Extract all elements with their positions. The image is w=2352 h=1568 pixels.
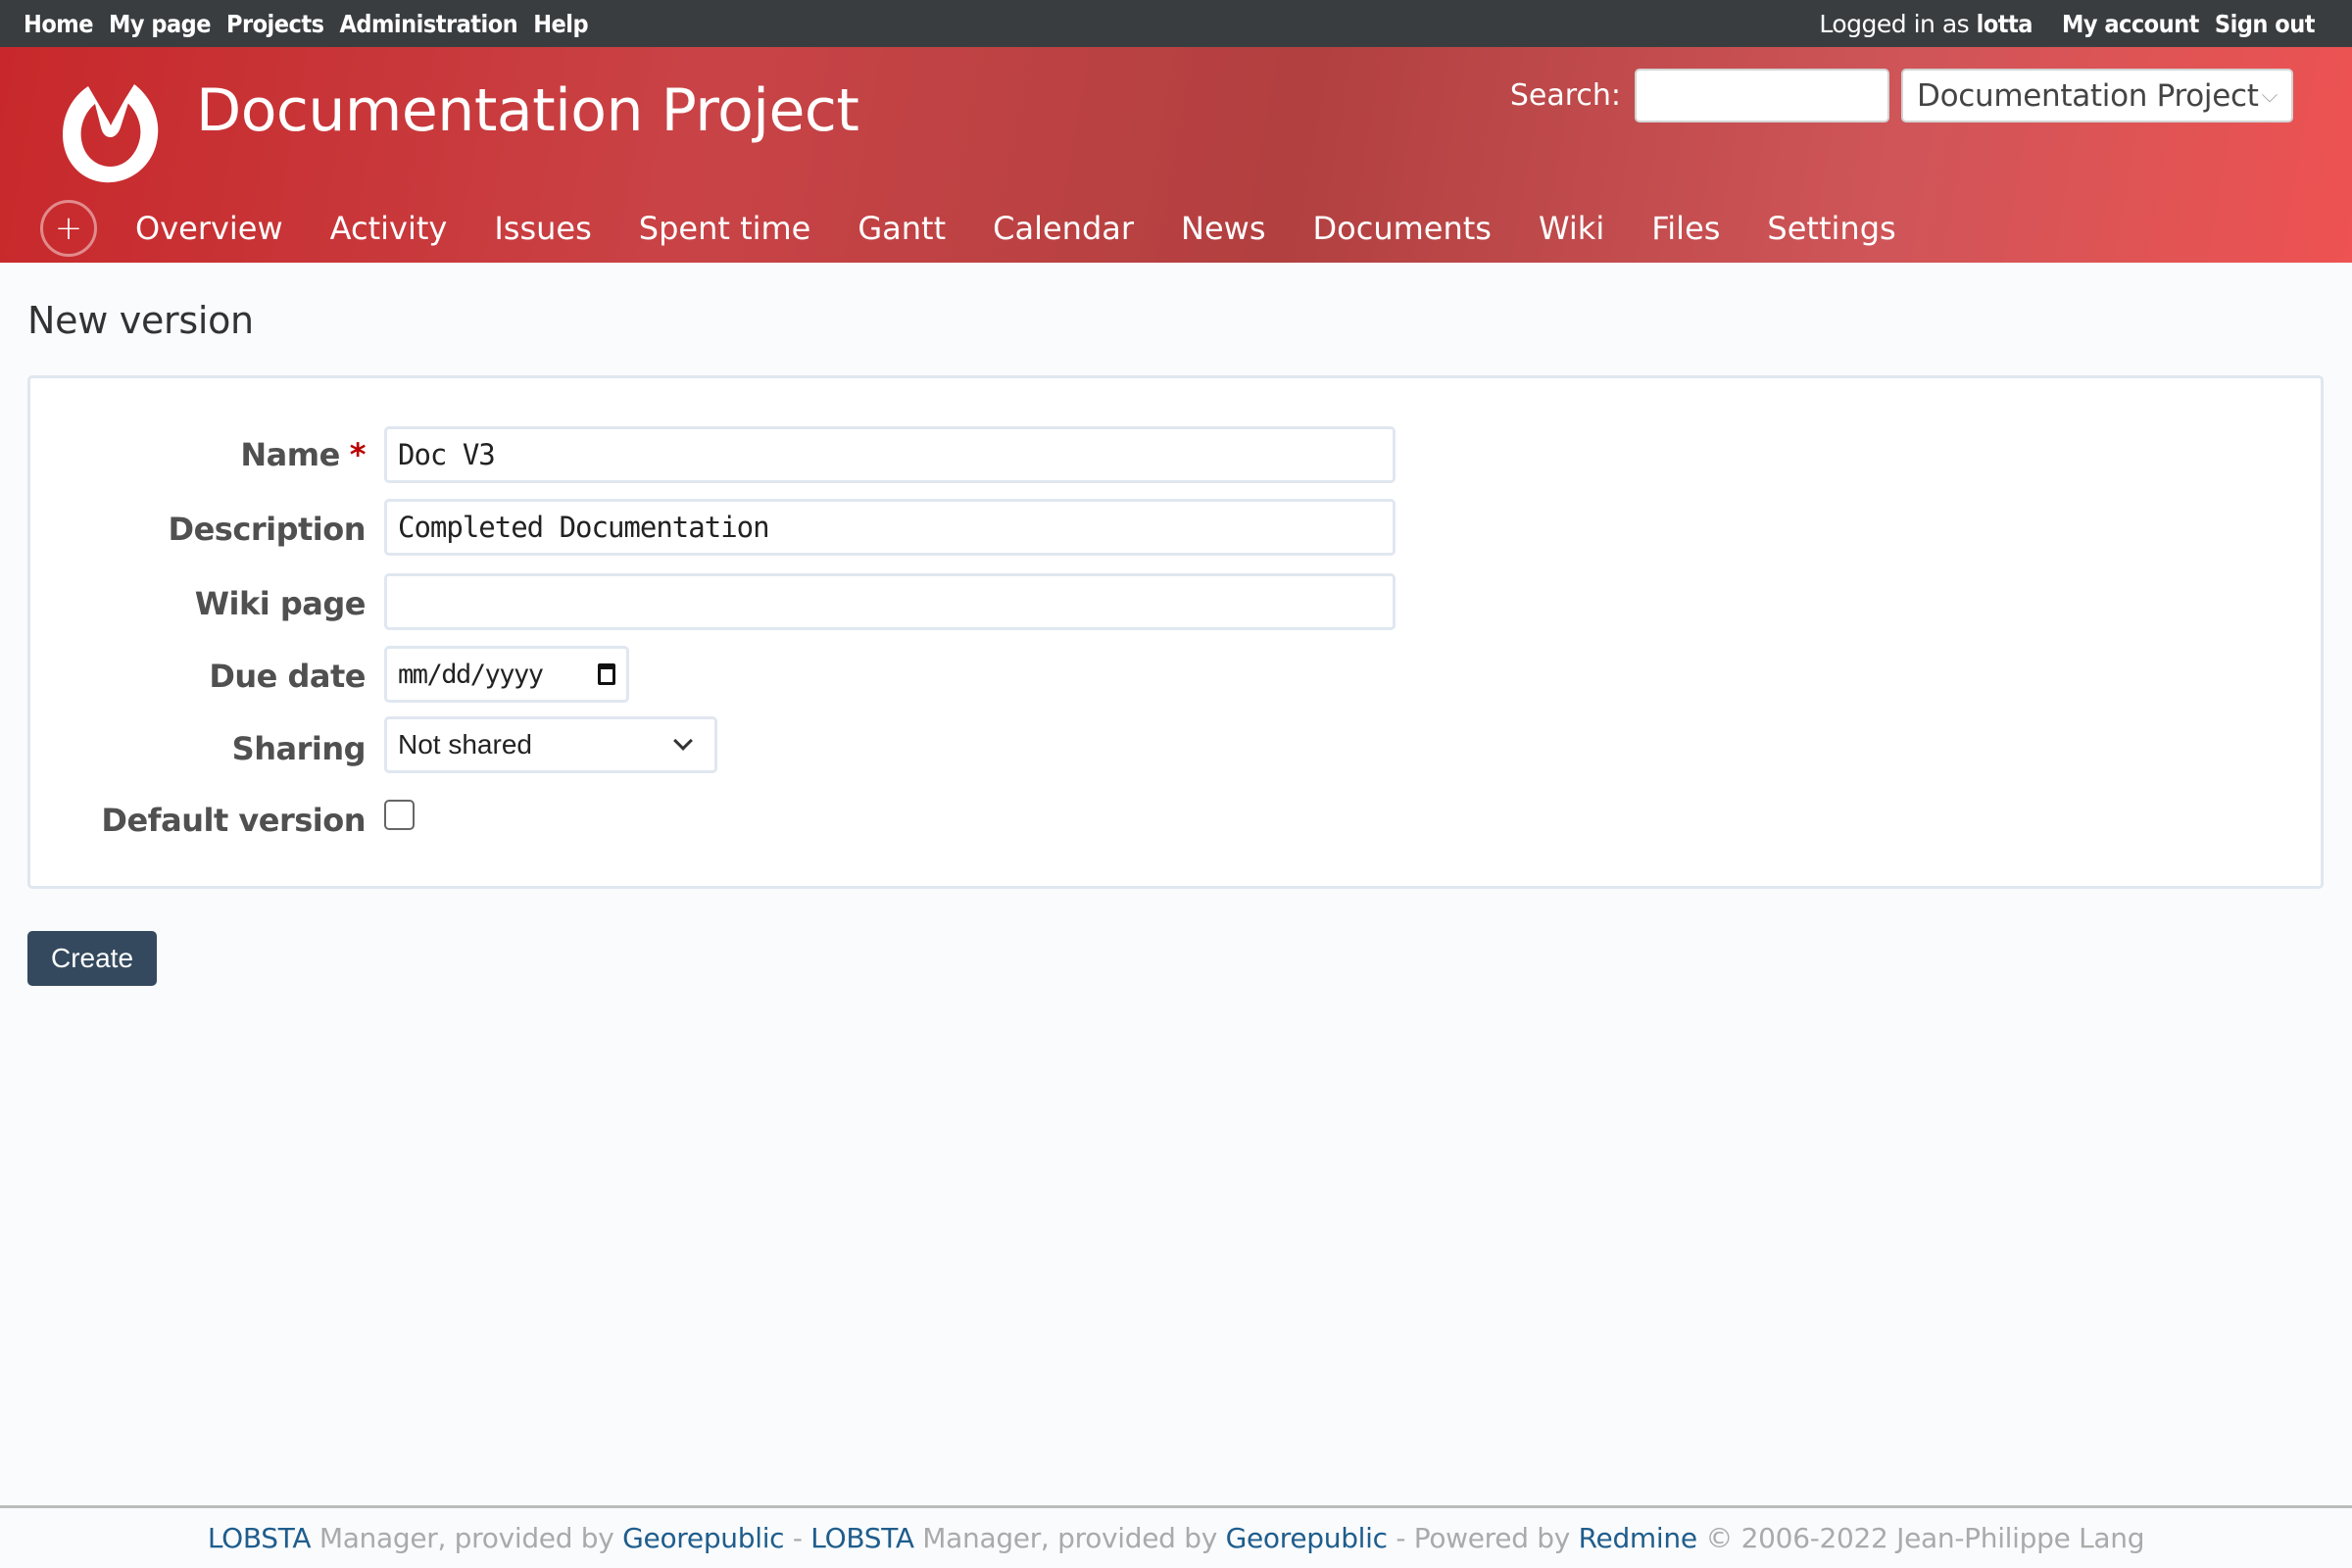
due-date-placeholder: mm/dd/yyyy xyxy=(398,659,544,690)
tab-activity[interactable]: Activity xyxy=(307,210,471,247)
wiki-page-input[interactable] xyxy=(384,573,1396,630)
project-jump-select[interactable]: Documentation Project ⌵ xyxy=(1901,69,2293,122)
due-date-label: Due date xyxy=(209,658,366,695)
wiki-page-label: Wiki page xyxy=(194,585,367,622)
sharing-label: Sharing xyxy=(231,730,367,767)
version-form: Name * Doc V3 Description Completed Docum… xyxy=(27,375,2324,889)
footer-copyright: © 2006-2022 Jean-Philippe Lang xyxy=(1696,1522,2145,1554)
footer-lobsta-link[interactable]: LOBSTA xyxy=(208,1522,312,1554)
page-title: New version xyxy=(27,299,254,342)
tab-issues[interactable]: Issues xyxy=(470,210,614,247)
footer-redmine-link[interactable]: Redmine xyxy=(1579,1522,1697,1554)
description-input[interactable]: Completed Documentation xyxy=(384,499,1396,556)
description-label: Description xyxy=(168,511,367,548)
footer-text: Manager, provided by xyxy=(913,1522,1226,1554)
tab-gantt[interactable]: Gantt xyxy=(834,210,969,247)
tab-overview[interactable]: Overview xyxy=(112,210,307,247)
footer-lobsta-link[interactable]: LOBSTA xyxy=(810,1522,914,1554)
quick-search: Search: Documentation Project ⌵ xyxy=(1510,69,2293,122)
footer-text: - Powered by xyxy=(1387,1522,1579,1554)
default-version-checkbox[interactable] xyxy=(384,800,415,830)
logged-in-as: Logged in as lotta xyxy=(1819,10,2033,38)
footer: LOBSTA Manager, provided by Georepublic … xyxy=(0,1505,2352,1568)
tab-documents[interactable]: Documents xyxy=(1290,210,1515,247)
footer-text: Manager, provided by xyxy=(311,1522,623,1554)
chevron-down-icon xyxy=(673,731,693,751)
top-menu-right: Logged in as lotta My account Sign out xyxy=(1819,0,2315,47)
project-jump-value: Documentation Project xyxy=(1917,77,2259,114)
new-object-button[interactable]: + xyxy=(40,200,97,257)
tab-spent-time[interactable]: Spent time xyxy=(615,210,835,247)
calendar-icon[interactable] xyxy=(598,663,615,685)
tab-files[interactable]: Files xyxy=(1628,210,1743,247)
search-input[interactable] xyxy=(1635,69,1889,122)
tab-news[interactable]: News xyxy=(1157,210,1289,247)
home-link[interactable]: Home xyxy=(24,10,93,38)
search-label: Search: xyxy=(1509,78,1621,113)
tab-calendar[interactable]: Calendar xyxy=(969,210,1157,247)
redmine-logo-icon[interactable] xyxy=(56,76,166,186)
projects-link[interactable]: Projects xyxy=(226,10,324,38)
project-title: Documentation Project xyxy=(196,76,859,145)
username-link[interactable]: lotta xyxy=(1977,10,2034,38)
sharing-value: Not shared xyxy=(398,729,532,760)
create-button[interactable]: Create xyxy=(27,931,157,986)
main-menu: + Overview Activity Issues Spent time Ga… xyxy=(0,194,2352,263)
top-menu-left: Home My page Projects Administration Hel… xyxy=(24,0,589,47)
help-link[interactable]: Help xyxy=(533,10,588,38)
name-label: Name * xyxy=(240,436,366,473)
sign-out-link[interactable]: Sign out xyxy=(2215,10,2316,38)
name-input[interactable]: Doc V3 xyxy=(384,426,1396,483)
logged-in-prefix: Logged in as xyxy=(1819,9,1970,38)
sharing-select[interactable]: Not shared xyxy=(384,716,717,773)
my-account-link[interactable]: My account xyxy=(2062,10,2199,38)
top-menu: Home My page Projects Administration Hel… xyxy=(0,0,2352,47)
required-mark: * xyxy=(349,436,367,473)
footer-georepublic-link[interactable]: Georepublic xyxy=(1226,1522,1388,1554)
due-date-input[interactable]: mm/dd/yyyy xyxy=(384,646,629,703)
default-version-label: Default version xyxy=(101,802,366,839)
tab-settings[interactable]: Settings xyxy=(1743,210,1919,247)
administration-link[interactable]: Administration xyxy=(339,10,517,38)
my-page-link[interactable]: My page xyxy=(109,10,212,38)
tab-wiki[interactable]: Wiki xyxy=(1515,210,1628,247)
chevron-down-icon: ⌵ xyxy=(2261,83,2278,108)
footer-georepublic-link[interactable]: Georepublic xyxy=(622,1522,784,1554)
header: Documentation Project Search: Documentat… xyxy=(0,47,2352,263)
plus-icon: + xyxy=(54,209,83,248)
footer-text: - xyxy=(784,1522,811,1554)
